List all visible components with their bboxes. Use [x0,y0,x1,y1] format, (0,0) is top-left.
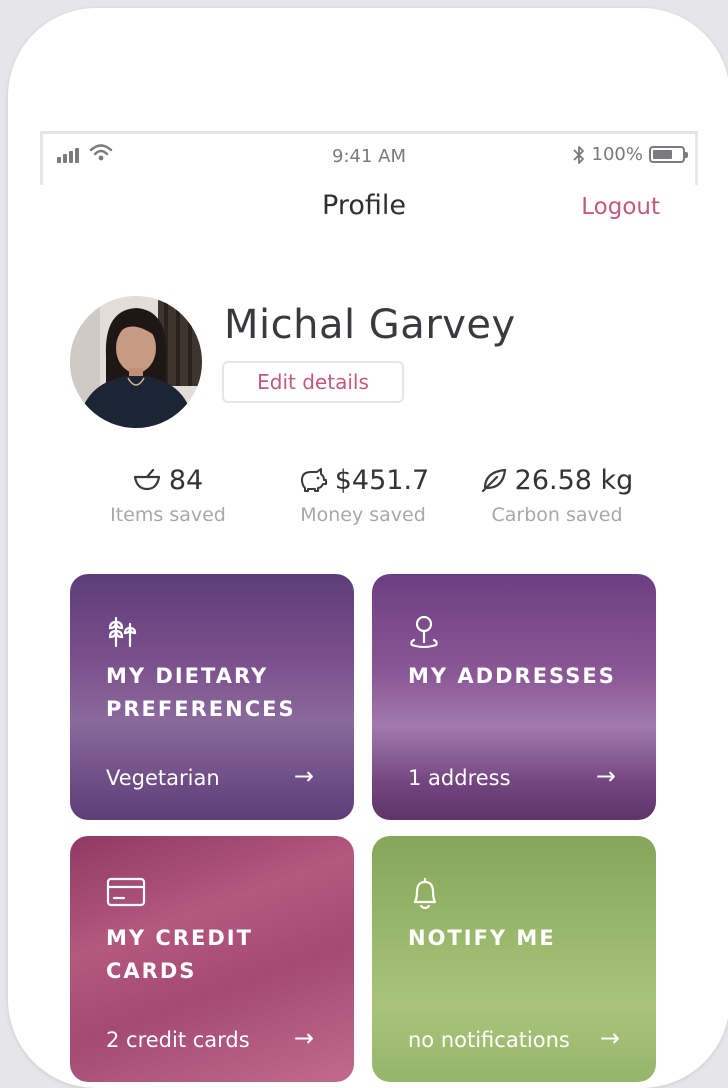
wheat-icon [108,616,137,648]
arrow-right-icon: → [293,762,314,790]
stat-value: 84 [168,464,204,496]
avatar [70,296,202,428]
card-title-line1: MY CREDIT [106,926,253,950]
bluetooth-icon [572,145,584,164]
status-bar: 9:41 AM 100% [40,131,698,185]
stat-carbon-saved: 26.58 kg Carbon saved [447,462,667,526]
card-subtitle: 1 address [408,766,511,790]
card-subtitle: Vegetarian [106,766,220,790]
stat-label: Money saved [300,504,426,526]
bell-icon [413,877,437,910]
edit-details-button[interactable]: Edit details [222,361,404,403]
location-pin-icon [410,615,438,649]
stat-money-saved: $451.7 Money saved [253,462,473,527]
card-subtitle: no notifications [408,1028,570,1052]
card-title-line1: MY ADDRESSES [408,664,616,688]
card-subtitle: 2 credit cards [106,1028,250,1052]
logout-button[interactable]: Logout [581,194,660,220]
card-title-line2: PREFERENCES [106,697,296,721]
credit-card-icon [106,877,146,907]
stat-value: 26.58 kg [514,464,634,496]
card-credit-cards[interactable]: MY CREDIT CARDS 2 credit cards → [70,836,354,1082]
card-my-addresses[interactable]: MY ADDRESSES 1 address → [372,574,656,820]
battery-percent: 100% [591,144,643,165]
stat-value: $451.7 [334,464,430,496]
card-dietary-preferences[interactable]: MY DIETARY PREFERENCES Vegetarian → [70,574,354,820]
card-title-line2: CARDS [106,959,197,983]
profile-name: Michal Garvey [224,302,516,348]
card-title-line1: NOTIFY ME [408,926,556,950]
bowl-icon [133,469,160,491]
stat-items-saved: 84 Items saved [58,462,278,527]
card-title-line1: MY DIETARY [106,664,269,688]
piggy-bank-icon [300,468,327,492]
arrow-right-icon: → [595,762,616,790]
arrow-right-icon: → [599,1024,620,1052]
arrow-right-icon: → [293,1024,314,1052]
stat-label: Items saved [110,504,226,526]
card-notify-me[interactable]: NOTIFY ME no notifications → [372,836,656,1082]
stat-label: Carbon saved [491,504,623,526]
battery-icon [649,146,688,163]
leaf-icon [481,468,506,492]
